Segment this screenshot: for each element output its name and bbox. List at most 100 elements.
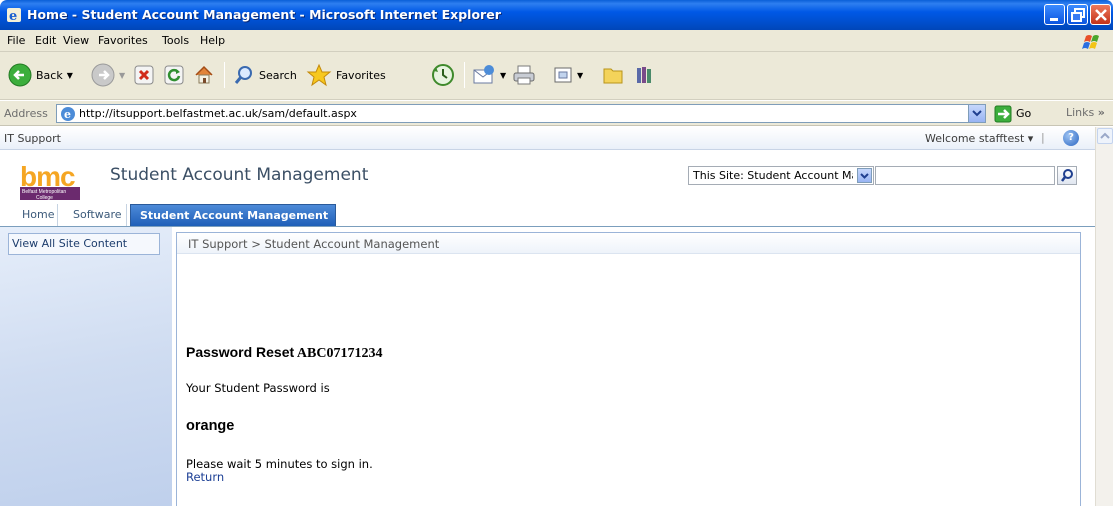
address-url: http://itsupport.belfastmet.ac.uk/sam/de…	[79, 107, 357, 120]
home-icon	[195, 65, 213, 84]
toolbar-separator	[464, 62, 465, 88]
menu-file[interactable]: File	[7, 34, 25, 47]
password-reset-label: Password Reset	[186, 344, 295, 360]
search-button[interactable]: Search	[233, 60, 297, 90]
menu-help[interactable]: Help	[200, 34, 225, 47]
forward-button[interactable]: ▼	[91, 60, 125, 90]
refresh-button[interactable]	[164, 60, 184, 90]
minimize-icon	[1050, 18, 1058, 21]
forward-arrow-icon	[91, 63, 115, 87]
edit-button[interactable]: ▼	[553, 60, 583, 90]
menu-edit[interactable]: Edit	[35, 34, 56, 47]
password-label: Your Student Password is	[186, 381, 330, 395]
back-label: Back	[36, 68, 63, 82]
stop-icon	[134, 65, 154, 85]
home-button[interactable]	[193, 60, 215, 90]
address-input[interactable]: e http://itsupport.belfastmet.ac.uk/sam/…	[56, 104, 986, 123]
search-go-button[interactable]	[1057, 166, 1077, 185]
search-scope-value: This Site: Student Account Mai	[693, 169, 853, 182]
favorites-button[interactable]: Favorites	[306, 60, 386, 90]
back-dropdown-icon[interactable]: ▼	[67, 71, 73, 80]
vertical-scrollbar[interactable]	[1095, 127, 1113, 506]
search-scope-select[interactable]: This Site: Student Account Mai	[688, 166, 874, 185]
internet-explorer-icon: e	[7, 8, 21, 23]
view-all-site-content-link[interactable]: View All Site Content	[8, 233, 160, 255]
address-dropdown-icon[interactable]	[968, 105, 985, 122]
address-bar: Address e http://itsupport.belfastmet.ac…	[0, 101, 1113, 126]
svg-text:e: e	[9, 9, 17, 23]
svg-text:e: e	[64, 108, 71, 121]
svg-text:College: College	[36, 195, 53, 200]
browser-toolbar: Back ▼ ▼ Search Favorites ▼ ▼	[0, 52, 1113, 100]
edit-dropdown-icon[interactable]: ▼	[577, 71, 583, 80]
go-arrow-icon	[994, 105, 1012, 122]
menu-tools[interactable]: Tools	[162, 34, 189, 47]
history-button[interactable]	[431, 60, 455, 90]
windows-flag-icon	[1077, 32, 1107, 51]
page-viewport: IT Support Welcome stafftest ▾ | ? bmc B…	[0, 127, 1095, 506]
mail-button[interactable]: ▼	[472, 60, 506, 90]
forward-dropdown-icon[interactable]: ▼	[119, 71, 125, 80]
bmc-logo: bmc Belfast Metropolitan College	[20, 164, 97, 200]
go-label: Go	[1016, 107, 1032, 120]
refresh-icon	[164, 65, 184, 85]
password-reset-heading: Password Reset ABC07171234	[186, 344, 382, 362]
magnifier-icon	[234, 66, 252, 84]
mail-icon	[473, 65, 494, 84]
password-value: orange	[186, 418, 235, 434]
search-label: Search	[259, 68, 297, 82]
go-button[interactable]: Go	[994, 104, 1031, 123]
mail-dropdown-icon[interactable]: ▼	[500, 71, 506, 80]
restore-icon	[1071, 8, 1085, 22]
star-icon	[306, 63, 332, 87]
scroll-up-button[interactable]	[1097, 128, 1113, 144]
chevron-up-icon	[1100, 132, 1110, 139]
window-title: Home - Student Account Management - Micr…	[27, 7, 501, 22]
folder-icon	[603, 68, 623, 84]
printer-icon	[513, 65, 535, 85]
global-nav-strip: IT Support Welcome stafftest ▾ | ?	[0, 127, 1095, 150]
minimize-button[interactable]	[1044, 4, 1065, 25]
page-ie-icon: e	[61, 107, 75, 121]
history-icon	[432, 64, 454, 86]
parent-site-link[interactable]: IT Support	[4, 132, 61, 145]
chevron-right-icon: »	[1097, 106, 1105, 119]
chevron-down-icon[interactable]	[857, 168, 872, 183]
divider: |	[1041, 131, 1045, 144]
window-title-bar[interactable]: e Home - Student Account Management - Mi…	[0, 0, 1113, 30]
tab-home[interactable]: Home	[12, 204, 58, 226]
close-button[interactable]	[1090, 4, 1111, 25]
research-button[interactable]	[634, 60, 656, 90]
breadcrumb-text[interactable]: IT Support > Student Account Management	[188, 237, 439, 251]
menu-favorites[interactable]: Favorites	[98, 34, 148, 47]
menu-view[interactable]: View	[63, 34, 89, 47]
links-toolbar[interactable]: Links »	[1066, 106, 1105, 119]
help-icon[interactable]: ?	[1063, 130, 1079, 146]
research-books-icon	[637, 67, 651, 83]
close-icon	[1095, 9, 1107, 21]
menu-bar: File Edit View Favorites Tools Help	[0, 30, 1113, 52]
breadcrumb: IT Support > Student Account Management	[177, 233, 1080, 254]
site-header: bmc Belfast Metropolitan College Student…	[0, 151, 1095, 203]
tab-software[interactable]: Software	[63, 204, 127, 226]
tab-student-account-management[interactable]: Student Account Management	[130, 204, 336, 226]
stop-button[interactable]	[134, 60, 154, 90]
site-title[interactable]: Student Account Management	[110, 165, 368, 185]
top-nav-bar: Home Software Student Account Management	[0, 203, 1095, 227]
search-icon	[1061, 169, 1073, 182]
wait-message: Please wait 5 minutes to sign in.	[186, 457, 373, 471]
back-button[interactable]: Back ▼	[8, 60, 73, 90]
welcome-menu[interactable]: Welcome stafftest ▾	[925, 132, 1033, 145]
back-arrow-icon	[8, 63, 32, 87]
favorites-label: Favorites	[336, 68, 386, 82]
main-content: IT Support > Student Account Management …	[176, 232, 1081, 506]
maximize-button[interactable]	[1067, 4, 1088, 25]
print-button[interactable]	[512, 60, 536, 90]
return-link[interactable]: Return	[186, 470, 224, 484]
address-label: Address	[4, 107, 48, 120]
links-label: Links	[1066, 106, 1095, 119]
student-id: ABC07171234	[296, 346, 383, 361]
quick-launch: View All Site Content	[0, 227, 172, 506]
search-input[interactable]	[875, 166, 1055, 185]
discuss-button[interactable]	[602, 60, 624, 90]
